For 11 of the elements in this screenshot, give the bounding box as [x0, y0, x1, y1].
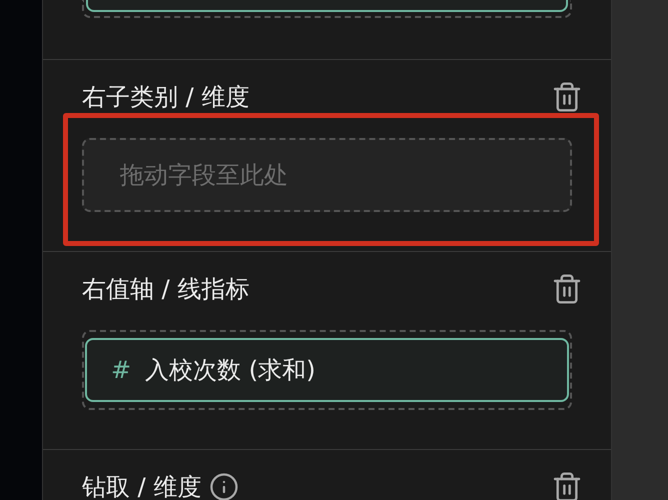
field-chip[interactable]: # 入校次数 (求和): [85, 338, 569, 402]
number-type-mark: #: [111, 356, 132, 384]
section-title: 右子类别 / 维度: [82, 84, 250, 110]
section-title: 钻取 / 维度: [82, 474, 202, 500]
field-label: 入校次数 (求和): [145, 355, 316, 386]
delete-button[interactable]: [551, 471, 583, 500]
info-icon[interactable]: [209, 472, 240, 500]
delete-button[interactable]: [551, 273, 583, 305]
section-title: 右值轴 / 线指标: [82, 276, 250, 302]
delete-button[interactable]: [551, 81, 583, 113]
drop-placeholder: 拖动字段至此处: [120, 160, 288, 191]
